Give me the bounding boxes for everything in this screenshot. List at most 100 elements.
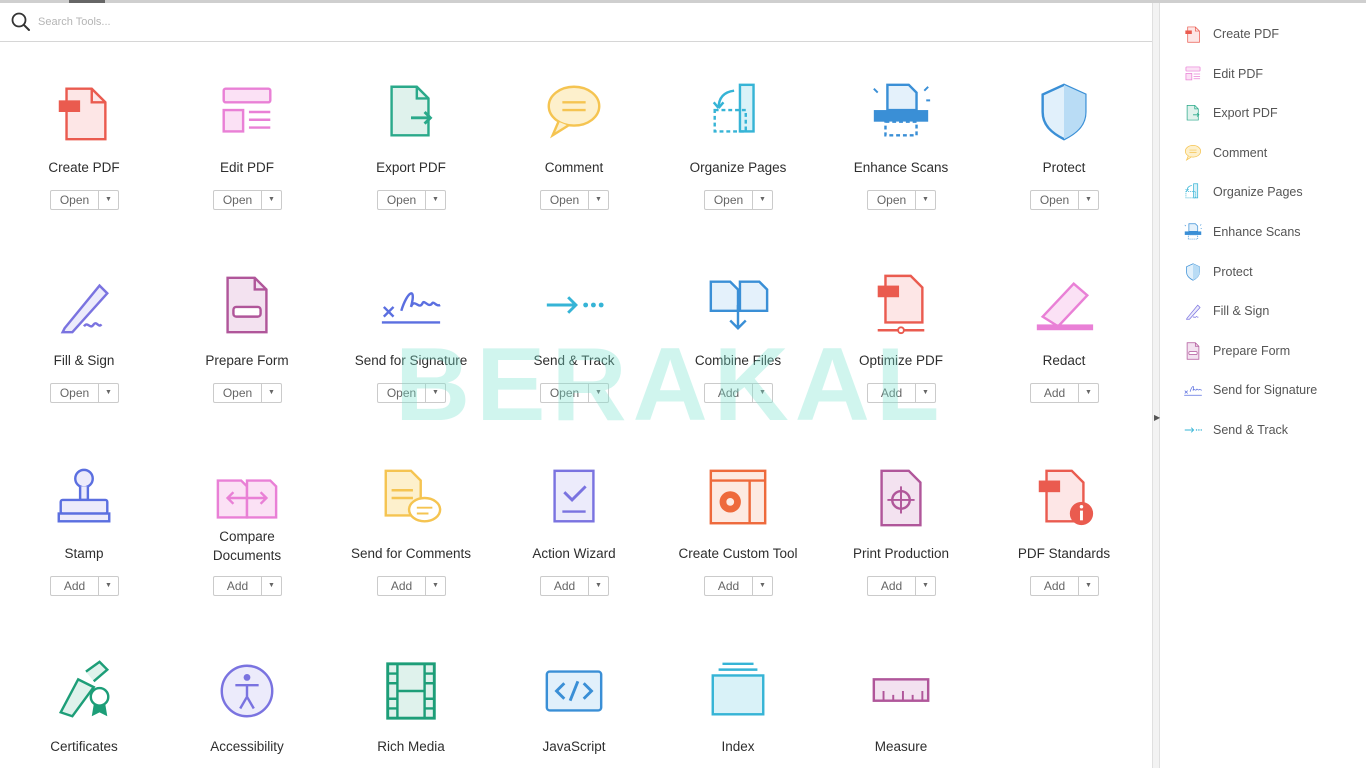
tool-tile[interactable]: Create Custom Tool Add ▼ <box>663 429 813 596</box>
redact-marker-icon[interactable] <box>1031 272 1097 338</box>
chevron-down-icon[interactable]: ▼ <box>262 384 281 402</box>
open-button[interactable]: Open <box>378 191 426 209</box>
tool-tile[interactable]: Create PDF Open ▼ <box>9 43 159 210</box>
create-pdf-icon[interactable] <box>51 79 117 145</box>
tool-action-button[interactable]: Open ▼ <box>1030 190 1099 210</box>
chevron-down-icon[interactable]: ▼ <box>916 577 935 595</box>
chevron-down-icon[interactable]: ▼ <box>589 577 608 595</box>
chevron-down-icon[interactable]: ▼ <box>753 384 772 402</box>
tool-action-button[interactable]: Open ▼ <box>540 383 609 403</box>
tool-tile[interactable]: Stamp Add ▼ <box>9 429 159 596</box>
open-button[interactable]: Open <box>51 191 99 209</box>
sidebar-item[interactable]: Fill & Sign <box>1183 299 1363 323</box>
chevron-down-icon[interactable]: ▼ <box>99 191 118 209</box>
tool-action-button[interactable]: Open ▼ <box>540 190 609 210</box>
add-button[interactable]: Add <box>51 577 99 595</box>
tool-tile[interactable]: Fill & Sign Open ▼ <box>9 236 159 403</box>
tool-tile[interactable]: Organize Pages Open ▼ <box>663 43 813 210</box>
add-button[interactable]: Add <box>868 384 916 402</box>
pdf-standards-icon[interactable] <box>1031 465 1097 531</box>
index-stack-icon[interactable] <box>705 658 771 724</box>
tool-tile[interactable]: Measure <box>826 622 976 768</box>
tool-tile[interactable]: PDF Standards Add ▼ <box>989 429 1139 596</box>
chevron-down-icon[interactable]: ▼ <box>1079 577 1098 595</box>
accessibility-icon[interactable] <box>214 658 280 724</box>
tool-tile[interactable]: Enhance Scans Open ▼ <box>826 43 976 210</box>
chevron-down-icon[interactable]: ▼ <box>753 191 772 209</box>
tool-action-button[interactable]: Open ▼ <box>213 190 282 210</box>
edit-pdf-icon[interactable] <box>214 79 280 145</box>
send-track-arrow-icon[interactable] <box>541 272 607 338</box>
tool-tile[interactable]: JavaScript <box>499 622 649 768</box>
comment-icon[interactable] <box>541 79 607 145</box>
chevron-down-icon[interactable]: ▼ <box>426 191 445 209</box>
tool-action-button[interactable]: Add ▼ <box>867 576 936 596</box>
add-button[interactable]: Add <box>214 577 262 595</box>
fill-sign-pen-icon[interactable] <box>51 272 117 338</box>
open-button[interactable]: Open <box>214 191 262 209</box>
sidebar-item[interactable]: Protect <box>1183 260 1363 284</box>
sidebar-item[interactable]: Send for Signature <box>1183 378 1363 402</box>
tool-tile[interactable]: Combine Files Add ▼ <box>663 236 813 403</box>
tool-tile[interactable]: Comment Open ▼ <box>499 43 649 210</box>
enhance-scans-icon[interactable] <box>868 79 934 145</box>
tool-tile[interactable]: Optimize PDF Add ▼ <box>826 236 976 403</box>
add-button[interactable]: Add <box>1031 577 1079 595</box>
optimize-pdf-icon[interactable] <box>868 272 934 338</box>
chevron-down-icon[interactable]: ▼ <box>99 577 118 595</box>
open-button[interactable]: Open <box>868 191 916 209</box>
tool-action-button[interactable]: Open ▼ <box>50 383 119 403</box>
open-button[interactable]: Open <box>541 384 589 402</box>
open-button[interactable]: Open <box>214 384 262 402</box>
tool-action-button[interactable]: Open ▼ <box>213 383 282 403</box>
tool-tile[interactable]: Send & Track Open ▼ <box>499 236 649 403</box>
tool-action-button[interactable]: Add ▼ <box>1030 383 1099 403</box>
tool-tile[interactable]: Print Production Add ▼ <box>826 429 976 596</box>
sidebar-item[interactable]: Enhance Scans <box>1183 220 1363 244</box>
open-button[interactable]: Open <box>1031 191 1079 209</box>
tool-tile[interactable]: Send for Comments Add ▼ <box>336 429 486 596</box>
tool-tile[interactable]: Action Wizard Add ▼ <box>499 429 649 596</box>
chevron-down-icon[interactable]: ▼ <box>916 384 935 402</box>
chevron-down-icon[interactable]: ▼ <box>426 384 445 402</box>
tool-tile[interactable]: Accessibility <box>172 622 322 768</box>
tool-action-button[interactable]: Add ▼ <box>540 576 609 596</box>
tool-action-button[interactable]: Add ▼ <box>704 576 773 596</box>
chevron-down-icon[interactable]: ▼ <box>1079 384 1098 402</box>
search-input[interactable] <box>38 12 638 32</box>
tool-tile[interactable]: Export PDF Open ▼ <box>336 43 486 210</box>
collapse-arrow-icon[interactable]: ▶ <box>1154 413 1160 422</box>
open-button[interactable]: Open <box>378 384 426 402</box>
add-button[interactable]: Add <box>1031 384 1079 402</box>
protect-shield-icon[interactable] <box>1031 79 1097 145</box>
combine-files-icon[interactable] <box>705 272 771 338</box>
send-for-signature-icon[interactable] <box>378 272 444 338</box>
add-button[interactable]: Add <box>705 577 753 595</box>
measure-ruler-icon[interactable] <box>868 658 934 724</box>
tool-action-button[interactable]: Add ▼ <box>50 576 119 596</box>
sidebar-item[interactable]: Edit PDF <box>1183 62 1363 86</box>
panel-divider[interactable]: ▶ <box>1152 3 1160 768</box>
tool-tile[interactable]: Rich Media <box>336 622 486 768</box>
tool-action-button[interactable]: Open ▼ <box>50 190 119 210</box>
send-for-comments-icon[interactable] <box>378 465 444 531</box>
open-button[interactable]: Open <box>705 191 753 209</box>
tool-action-button[interactable]: Open ▼ <box>704 190 773 210</box>
chevron-down-icon[interactable]: ▼ <box>589 384 608 402</box>
sidebar-item[interactable]: Prepare Form <box>1183 339 1363 363</box>
javascript-code-icon[interactable] <box>541 658 607 724</box>
stamp-icon[interactable] <box>51 465 117 531</box>
organize-pages-icon[interactable] <box>705 79 771 145</box>
tool-tile[interactable]: Redact Add ▼ <box>989 236 1139 403</box>
action-wizard-icon[interactable] <box>541 465 607 531</box>
chevron-down-icon[interactable]: ▼ <box>589 191 608 209</box>
print-production-icon[interactable] <box>868 465 934 531</box>
tool-action-button[interactable]: Add ▼ <box>1030 576 1099 596</box>
tool-tile[interactable]: Index <box>663 622 813 768</box>
add-button[interactable]: Add <box>541 577 589 595</box>
export-pdf-icon[interactable] <box>378 79 444 145</box>
sidebar-item[interactable]: Comment <box>1183 141 1363 165</box>
chevron-down-icon[interactable]: ▼ <box>1079 191 1098 209</box>
chevron-down-icon[interactable]: ▼ <box>753 577 772 595</box>
chevron-down-icon[interactable]: ▼ <box>916 191 935 209</box>
